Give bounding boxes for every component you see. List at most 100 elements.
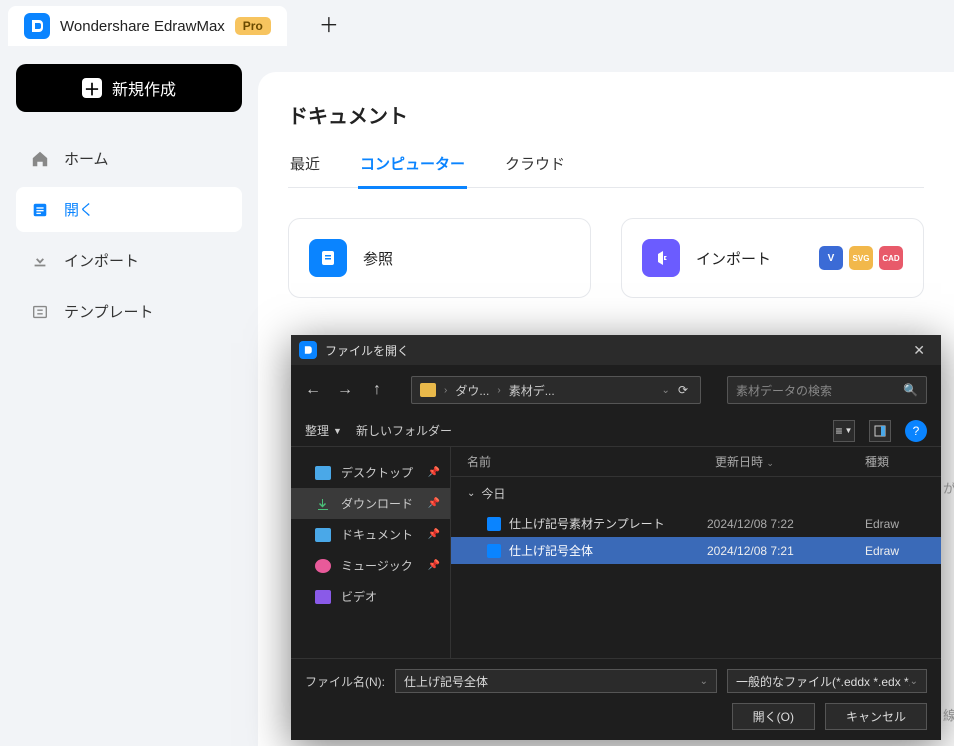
col-name[interactable]: 名前	[467, 453, 715, 470]
dialog-nav: ← → ↑ › ダウ... › 素材デ... ⌄ ⟳ 素材データの検索 🔍	[291, 365, 941, 415]
file-icon	[487, 544, 501, 558]
badge-cad: CAD	[879, 246, 903, 270]
document-icon	[315, 528, 331, 542]
up-arrow-icon[interactable]: ↑	[369, 381, 385, 399]
file-row[interactable]: 仕上げ記号全体 2024/12/08 7:21 Edraw	[451, 537, 941, 564]
nav-label: 開く	[64, 199, 94, 220]
nav-label: テンプレート	[64, 301, 154, 322]
sidebar: ＋ 新規作成 ホーム 開く インポート テンプレート	[0, 46, 258, 746]
search-input[interactable]: 素材データの検索 🔍	[727, 376, 927, 404]
chevron-down-icon: ⌄	[467, 488, 475, 499]
new-button-label: 新規作成	[112, 76, 176, 100]
back-arrow-icon[interactable]: ←	[305, 381, 321, 399]
app-title: Wondershare EdrawMax	[60, 18, 225, 35]
file-type: Edraw	[865, 544, 925, 558]
sidebar-item-home[interactable]: ホーム	[16, 136, 242, 181]
forward-arrow-icon[interactable]: →	[337, 381, 353, 399]
template-icon	[30, 302, 50, 322]
close-icon[interactable]: ✕	[905, 338, 933, 363]
app-tab[interactable]: Wondershare EdrawMax Pro	[8, 6, 287, 46]
file-type: Edraw	[865, 517, 925, 531]
sidebar-downloads[interactable]: ダウンロード 📌	[291, 488, 450, 519]
format-badges: V SVG CAD	[819, 246, 903, 270]
new-tab-button[interactable]: ＋	[315, 9, 343, 37]
col-date[interactable]: 更新日時 ⌄	[715, 453, 865, 470]
chevron-icon: ›	[497, 385, 500, 396]
chevron-down-icon: ⌄	[910, 676, 918, 687]
pin-icon: 📌	[428, 529, 440, 540]
file-list-header: 名前 更新日時 ⌄ 種類	[451, 447, 941, 477]
badge-svg: SVG	[849, 246, 873, 270]
col-type[interactable]: 種類	[865, 453, 925, 470]
file-name: 仕上げ記号全体	[509, 542, 699, 559]
file-date: 2024/12/08 7:21	[707, 544, 857, 558]
pin-icon: 📌	[428, 467, 440, 478]
search-icon: 🔍	[903, 383, 918, 397]
home-icon	[30, 149, 50, 169]
chevron-down-icon[interactable]: ⌄	[662, 385, 670, 396]
chevron-down-icon: ▼	[333, 426, 342, 436]
filetype-select[interactable]: 一般的なファイル(*.eddx *.edx *.vs ⌄	[727, 669, 927, 693]
content-tabs: 最近 コンピューター クラウド	[288, 153, 924, 188]
sidebar-documents[interactable]: ドキュメント 📌	[291, 519, 450, 550]
nav-label: インポート	[64, 250, 139, 271]
path-seg-2[interactable]: 素材デ...	[509, 382, 555, 399]
browse-card[interactable]: 参照	[288, 218, 591, 298]
filename-label: ファイル名(N):	[305, 673, 385, 690]
file-icon	[487, 517, 501, 531]
filename-input[interactable]: 仕上げ記号全体 ⌄	[395, 669, 717, 693]
open-button[interactable]: 開く(O)	[732, 703, 815, 730]
download-icon	[315, 497, 331, 511]
browse-label: 参照	[363, 248, 393, 269]
new-document-button[interactable]: ＋ 新規作成	[16, 64, 242, 112]
import-card-icon	[642, 239, 680, 277]
partial-text: 線	[943, 705, 954, 724]
partial-text: が	[943, 478, 954, 497]
sidebar-item-import[interactable]: インポート	[16, 238, 242, 283]
sidebar-desktop[interactable]: デスクトップ 📌	[291, 457, 450, 488]
tab-recent[interactable]: 最近	[288, 153, 322, 187]
sort-chevron-icon: ⌄	[766, 458, 774, 468]
path-seg-1[interactable]: ダウ...	[455, 382, 489, 399]
import-card[interactable]: インポート V SVG CAD	[621, 218, 924, 298]
file-list: 名前 更新日時 ⌄ 種類 ⌄ 今日 仕上げ記号素材テンプレート 2024/12/…	[451, 447, 941, 658]
pin-icon: 📌	[428, 560, 440, 571]
browse-icon	[309, 239, 347, 277]
refresh-icon[interactable]: ⟳	[678, 383, 688, 397]
open-icon	[30, 200, 50, 220]
new-folder-button[interactable]: 新しいフォルダー	[356, 422, 452, 439]
sidebar-item-template[interactable]: テンプレート	[16, 289, 242, 334]
file-group-today[interactable]: ⌄ 今日	[451, 477, 941, 510]
dialog-sidebar: デスクトップ 📌 ダウンロード 📌 ドキュメント 📌 ミュージック 📌 ビデオ	[291, 447, 451, 658]
folder-icon	[420, 383, 436, 397]
tab-computer[interactable]: コンピューター	[358, 153, 467, 189]
dialog-title: ファイルを開く	[325, 342, 897, 359]
pro-badge: Pro	[235, 17, 271, 35]
sidebar-item-open[interactable]: 開く	[16, 187, 242, 232]
preview-pane-button[interactable]	[869, 420, 891, 442]
import-icon	[30, 251, 50, 271]
desktop-icon	[315, 466, 331, 480]
nav-label: ホーム	[64, 148, 109, 169]
badge-v: V	[819, 246, 843, 270]
dialog-toolbar: 整理 ▼ 新しいフォルダー ≡▼ ?	[291, 415, 941, 447]
view-menu-button[interactable]: ≡▼	[833, 420, 855, 442]
dialog-footer: ファイル名(N): 仕上げ記号全体 ⌄ 一般的なファイル(*.eddx *.ed…	[291, 658, 941, 740]
app-logo-icon	[24, 13, 50, 39]
file-name: 仕上げ記号素材テンプレート	[509, 515, 699, 532]
plus-icon: ＋	[82, 78, 102, 98]
help-button[interactable]: ?	[905, 420, 927, 442]
tab-cloud[interactable]: クラウド	[503, 153, 567, 187]
file-open-dialog: ファイルを開く ✕ ← → ↑ › ダウ... › 素材デ... ⌄ ⟳ 素材デ…	[291, 335, 941, 740]
sidebar-video[interactable]: ビデオ	[291, 581, 450, 612]
file-row[interactable]: 仕上げ記号素材テンプレート 2024/12/08 7:22 Edraw	[451, 510, 941, 537]
music-icon	[315, 559, 331, 573]
file-date: 2024/12/08 7:22	[707, 517, 857, 531]
cancel-button[interactable]: キャンセル	[825, 703, 927, 730]
organize-menu[interactable]: 整理 ▼	[305, 422, 342, 439]
sidebar-music[interactable]: ミュージック 📌	[291, 550, 450, 581]
chevron-icon: ›	[444, 385, 447, 396]
tab-bar: Wondershare EdrawMax Pro ＋	[0, 0, 954, 46]
path-bar[interactable]: › ダウ... › 素材デ... ⌄ ⟳	[411, 376, 701, 404]
chevron-down-icon[interactable]: ⌄	[700, 676, 708, 687]
